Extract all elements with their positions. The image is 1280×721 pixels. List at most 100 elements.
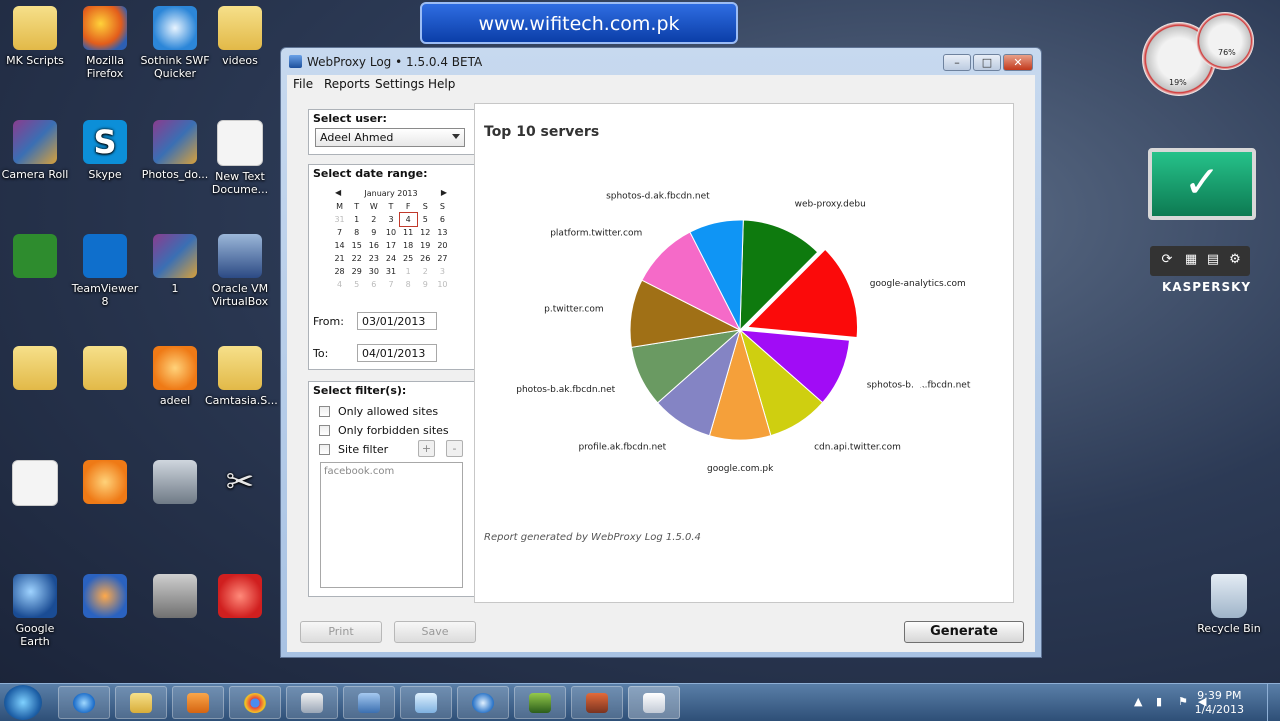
desktop-icon[interactable]: TeamViewer 8 (70, 234, 140, 308)
calendar-day[interactable]: 2 (417, 265, 434, 278)
taskbar-media-player[interactable] (172, 686, 224, 719)
minimize-button[interactable]: – (943, 54, 971, 71)
to-date-field[interactable]: 04/01/2013 (357, 344, 437, 362)
desktop-icon[interactable]: New Text Docume... (205, 120, 275, 196)
only-allowed-checkbox[interactable] (319, 406, 330, 417)
calendar-icon[interactable]: ▦ (1182, 251, 1200, 269)
remove-filter-button[interactable]: - (446, 440, 463, 457)
desktop-icon[interactable]: MK Scripts (0, 6, 70, 67)
calendar-day[interactable]: 28 (331, 265, 348, 278)
desktop-icon[interactable] (140, 460, 210, 508)
clock[interactable]: 9:39 PM 1/4/2013 (1195, 689, 1244, 717)
desktop-icon[interactable]: Camera Roll (0, 120, 70, 181)
taskbar-app-8[interactable] (457, 686, 509, 719)
desktop-icon[interactable] (0, 234, 70, 282)
calendar-day[interactable]: 11 (400, 226, 417, 239)
calendar-day[interactable]: 1 (348, 213, 365, 226)
desktop-icon[interactable] (205, 574, 275, 622)
menu-file[interactable]: File (293, 77, 313, 91)
desktop-icon[interactable] (140, 574, 210, 622)
gear-icon[interactable]: ⚙ (1226, 251, 1244, 269)
taskbar-internet-explorer[interactable] (58, 686, 110, 719)
desktop-icon[interactable]: Camtasia.S... (205, 346, 278, 407)
calendar-prev-icon[interactable]: ◀ (335, 188, 341, 197)
from-date-field[interactable]: 03/01/2013 (357, 312, 437, 330)
calendar-day[interactable]: 20 (434, 239, 451, 252)
calendar-day[interactable]: 10 (434, 278, 451, 291)
calendar-day[interactable]: 5 (417, 213, 434, 226)
calendar-day[interactable]: 8 (400, 278, 417, 291)
calendar-day[interactable]: 26 (417, 252, 434, 265)
desktop-icon[interactable]: videos (205, 6, 275, 67)
start-button[interactable] (4, 685, 42, 720)
calendar-day[interactable]: 9 (417, 278, 434, 291)
calendar-day[interactable]: 16 (365, 239, 382, 252)
desktop-icon[interactable] (70, 574, 140, 622)
calendar-day[interactable]: 18 (400, 239, 417, 252)
battery-icon[interactable]: ▮ (1156, 695, 1162, 708)
calendar-next-icon[interactable]: ▶ (441, 188, 447, 197)
calendar-day[interactable]: 10 (382, 226, 399, 239)
flag-icon[interactable]: ⚑ (1178, 695, 1188, 708)
menu-help[interactable]: Help (428, 77, 455, 91)
taskbar-app-5[interactable] (286, 686, 338, 719)
calendar-day[interactable]: 6 (434, 213, 451, 226)
taskbar-app-6[interactable] (343, 686, 395, 719)
calendar-day[interactable]: 8 (348, 226, 365, 239)
maximize-button[interactable]: □ (973, 54, 1001, 71)
calendar-day[interactable]: 7 (382, 278, 399, 291)
menu-reports[interactable]: Reports (324, 77, 370, 91)
calendar-day[interactable]: 31 (331, 213, 348, 226)
calendar-day[interactable]: 1 (400, 265, 417, 278)
calendar-day[interactable]: 21 (331, 252, 348, 265)
site-filter-textarea[interactable]: facebook.com (320, 462, 463, 588)
desktop-icon[interactable]: Google Earth (0, 574, 70, 648)
calendar-day[interactable]: 4 (331, 278, 348, 291)
user-select[interactable]: Adeel Ahmed (315, 128, 465, 147)
desktop-icon[interactable] (0, 346, 70, 394)
desktop-icon[interactable]: 1 (140, 234, 210, 295)
calendar-day[interactable]: 29 (348, 265, 365, 278)
calendar-day[interactable]: 2 (365, 213, 382, 226)
calendar-day[interactable]: 30 (365, 265, 382, 278)
calendar-day[interactable]: 4 (398, 212, 418, 227)
desktop-icon[interactable]: ✂ (205, 460, 275, 508)
taskbar-webproxy[interactable] (628, 686, 680, 719)
calendar-day[interactable]: 24 (382, 252, 399, 265)
close-button[interactable]: ✕ (1003, 54, 1033, 71)
show-desktop-button[interactable] (1267, 684, 1280, 721)
desktop-icon[interactable] (70, 346, 140, 394)
desktop-icon[interactable] (0, 460, 70, 510)
menu-settings[interactable]: Settings (375, 77, 424, 91)
print-button[interactable]: Print (300, 621, 382, 643)
taskbar-explorer[interactable] (115, 686, 167, 719)
calendar-day[interactable]: 17 (382, 239, 399, 252)
calendar-day[interactable]: 22 (348, 252, 365, 265)
calendar-day[interactable]: 3 (434, 265, 451, 278)
site-filter-checkbox[interactable] (319, 444, 330, 455)
calendar-day[interactable]: 14 (331, 239, 348, 252)
desktop-icon[interactable]: S Skype (70, 120, 140, 181)
report-icon[interactable]: ▤ (1204, 251, 1222, 269)
tray-expand-icon[interactable]: ▲ (1134, 695, 1142, 708)
desktop-icon[interactable]: Sothink SWF Quicker (140, 6, 210, 80)
calendar-day[interactable]: 27 (434, 252, 451, 265)
taskbar-app-7[interactable] (400, 686, 452, 719)
calendar-day[interactable]: 6 (365, 278, 382, 291)
desktop-icon[interactable] (70, 460, 140, 508)
kaspersky-gadget[interactable]: ✓ (1148, 148, 1256, 220)
taskbar-chrome[interactable] (229, 686, 281, 719)
title-bar[interactable]: WebProxy Log • 1.5.0.4 BETA – □ ✕ (281, 48, 1041, 76)
only-forbidden-checkbox[interactable] (319, 425, 330, 436)
calendar-day[interactable]: 25 (400, 252, 417, 265)
calendar-day[interactable]: 31 (382, 265, 399, 278)
calendar-day[interactable]: 3 (382, 213, 399, 226)
calendar[interactable]: ◀ January 2013 ▶ MTWTFSS 31 1 2 3 4 5 6 7 8 9 10 11… (331, 187, 451, 291)
calendar-day[interactable]: 19 (417, 239, 434, 252)
desktop-icon[interactable]: Oracle VM VirtualBox (205, 234, 275, 308)
calendar-day[interactable]: 13 (434, 226, 451, 239)
calendar-day[interactable]: 7 (331, 226, 348, 239)
calendar-day[interactable]: 23 (365, 252, 382, 265)
generate-button[interactable]: Generate (904, 621, 1024, 643)
calendar-day[interactable]: 5 (348, 278, 365, 291)
